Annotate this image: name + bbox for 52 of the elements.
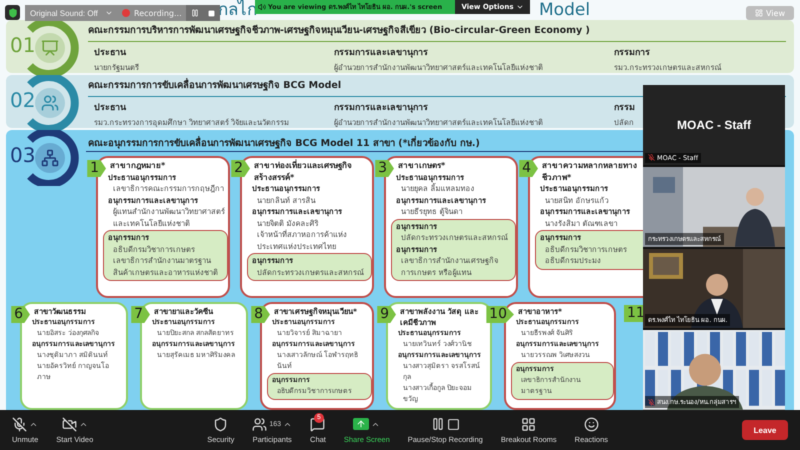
muted-mic-icon (648, 398, 655, 406)
role-label: กรรม (614, 102, 635, 114)
video-off-icon (62, 416, 77, 432)
role-label: ประธาน (94, 102, 126, 114)
pause-button[interactable] (186, 5, 203, 21)
stop-icon (208, 10, 215, 16)
stop-icon (446, 418, 460, 430)
role-label: ประธาน (94, 47, 126, 59)
recording-label: Recording... (116, 5, 186, 21)
record-icon (122, 9, 130, 17)
branch-number: 1 (87, 160, 106, 177)
share-icon (353, 418, 370, 430)
branch-number: 7 (131, 306, 150, 323)
branch-number: 4 (519, 160, 538, 177)
grid-icon (755, 9, 763, 17)
people-icon (41, 94, 59, 112)
network-icon (41, 149, 59, 167)
muted-mic-icon (12, 416, 28, 432)
participant-name: MOAC - Staff (677, 118, 751, 132)
caret-icon (516, 3, 524, 11)
muted-mic-icon (648, 154, 655, 162)
stop-button[interactable] (203, 5, 220, 21)
smiley-icon (584, 416, 599, 432)
role-label: กรรมการและเลขานุการ (334, 47, 428, 59)
committee-title: คณะกรรมการบริหารการพัฒนาเศรษฐกิจชีวภาพ-เศรษฐกิจหมุนเวียน-เศรษฐกิจสีเขียว (Bio-circular-Green Economy ) (88, 22, 786, 42)
slide-title: Model (539, 0, 590, 20)
section-number: 03 (10, 144, 36, 166)
branch-number: 10 (486, 306, 514, 323)
branch-number: 8 (251, 306, 270, 323)
branch-number: 9 (377, 306, 396, 323)
branch-title: สาขากฎหมาย* (109, 160, 166, 172)
shield-icon (213, 416, 228, 432)
branch-number: 3 (375, 160, 394, 177)
branch-number: 6 (11, 306, 30, 323)
speaker-icon (258, 3, 266, 11)
branch-title: สาขาเกษตร* (397, 160, 446, 172)
presentation-icon (41, 39, 59, 57)
people-icon (252, 416, 268, 432)
grid-icon (521, 416, 536, 432)
branch-number: 2 (231, 160, 250, 177)
shield-icon[interactable] (5, 5, 20, 20)
branch-title: สาขาท่องเที่ยวและเศรษฐกิจสร้างสรรค์* (253, 160, 353, 183)
role-label: กรรมการ (614, 47, 650, 59)
section-number: 02 (10, 89, 36, 111)
pause-icon (430, 417, 445, 431)
pause-icon (190, 9, 198, 17)
section-number: 01 (10, 34, 36, 56)
leave-button[interactable]: Leave (742, 420, 788, 440)
caret-icon (105, 9, 113, 17)
branch-title: สาขาความหลากหลายทางชีวภาพ* (541, 160, 638, 183)
chat-icon (310, 416, 326, 432)
role-label: กรรมการและเลขานุการ (334, 102, 428, 114)
